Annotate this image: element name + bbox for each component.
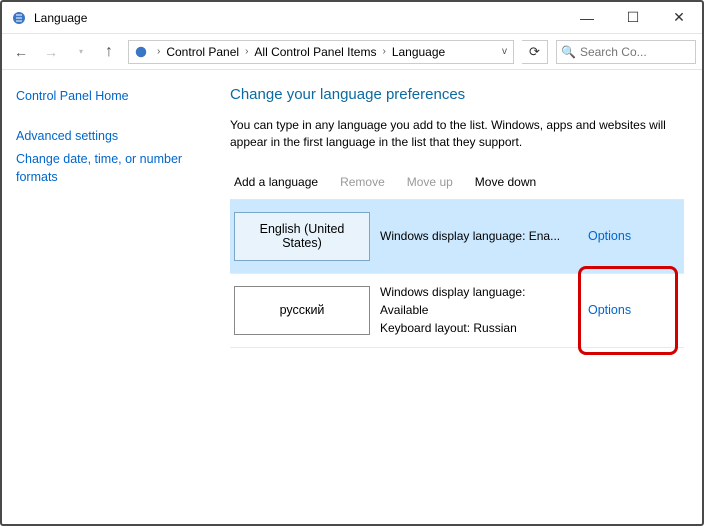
language-info-russian: Windows display language: Available Keyb… (380, 274, 588, 347)
address-icon (133, 44, 149, 60)
breadcrumb-sep-icon[interactable]: › (378, 46, 389, 57)
recent-dropdown[interactable]: ▾ (68, 39, 94, 65)
options-link-english[interactable]: Options (588, 229, 631, 243)
remove-button[interactable]: Remove (340, 175, 385, 189)
address-bar[interactable]: › Control Panel › All Control Panel Item… (128, 40, 514, 64)
breadcrumb-sep-icon[interactable]: › (153, 46, 164, 57)
title-bar: Language — ☐ ✕ (2, 2, 702, 34)
close-button[interactable]: ✕ (656, 2, 702, 34)
sidebar-home-link[interactable]: Control Panel Home (16, 88, 208, 106)
breadcrumb-control-panel[interactable]: Control Panel (164, 45, 241, 59)
add-language-button[interactable]: Add a language (234, 175, 318, 189)
refresh-button[interactable]: ⟳ (522, 40, 548, 64)
language-row-russian[interactable]: русский Windows display language: Availa… (230, 274, 684, 348)
sidebar-datetime-link[interactable]: Change date, time, or number formats (16, 151, 208, 186)
sidebar: Control Panel Home Advanced settings Cha… (2, 70, 222, 524)
language-options-cell: Options (588, 200, 684, 273)
content-body: Control Panel Home Advanced settings Cha… (2, 70, 702, 524)
search-box[interactable]: 🔍 (556, 40, 696, 64)
language-options-cell-highlighted: Options (588, 274, 684, 347)
options-link-russian[interactable]: Options (588, 303, 631, 317)
back-button[interactable]: ← (8, 39, 34, 65)
language-toolbar: Add a language Remove Move up Move down (230, 169, 684, 200)
app-icon (10, 9, 28, 27)
minimize-button[interactable]: — (564, 2, 610, 34)
maximize-button[interactable]: ☐ (610, 2, 656, 34)
nav-bar: ← → ▾ ↑ › Control Panel › All Control Pa… (2, 34, 702, 70)
window-title: Language (34, 11, 87, 25)
page-description: You can type in any language you add to … (230, 117, 684, 151)
breadcrumb-sep-icon[interactable]: › (241, 46, 252, 57)
language-tile-english[interactable]: English (United States) (234, 212, 370, 261)
move-up-button[interactable]: Move up (407, 175, 453, 189)
sidebar-advanced-link[interactable]: Advanced settings (16, 128, 208, 146)
breadcrumb-all-items[interactable]: All Control Panel Items (252, 45, 378, 59)
language-info-english: Windows display language: Ena... (380, 200, 588, 273)
forward-button[interactable]: → (38, 39, 64, 65)
language-info-line: Keyboard layout: Russian (380, 319, 525, 337)
address-dropdown[interactable]: v (496, 46, 513, 57)
search-input[interactable] (580, 45, 680, 59)
language-tile-russian[interactable]: русский (234, 286, 370, 335)
up-button[interactable]: ↑ (98, 39, 120, 65)
search-icon: 🔍 (561, 45, 576, 59)
move-down-button[interactable]: Move down (475, 175, 536, 189)
main-panel: Change your language preferences You can… (222, 70, 702, 524)
breadcrumb-language[interactable]: Language (390, 45, 447, 59)
language-row-english[interactable]: English (United States) Windows display … (230, 200, 684, 274)
window-controls: — ☐ ✕ (564, 2, 702, 34)
language-info-line: Available (380, 301, 525, 319)
page-heading: Change your language preferences (230, 86, 684, 103)
language-info-line: Windows display language: (380, 283, 525, 301)
